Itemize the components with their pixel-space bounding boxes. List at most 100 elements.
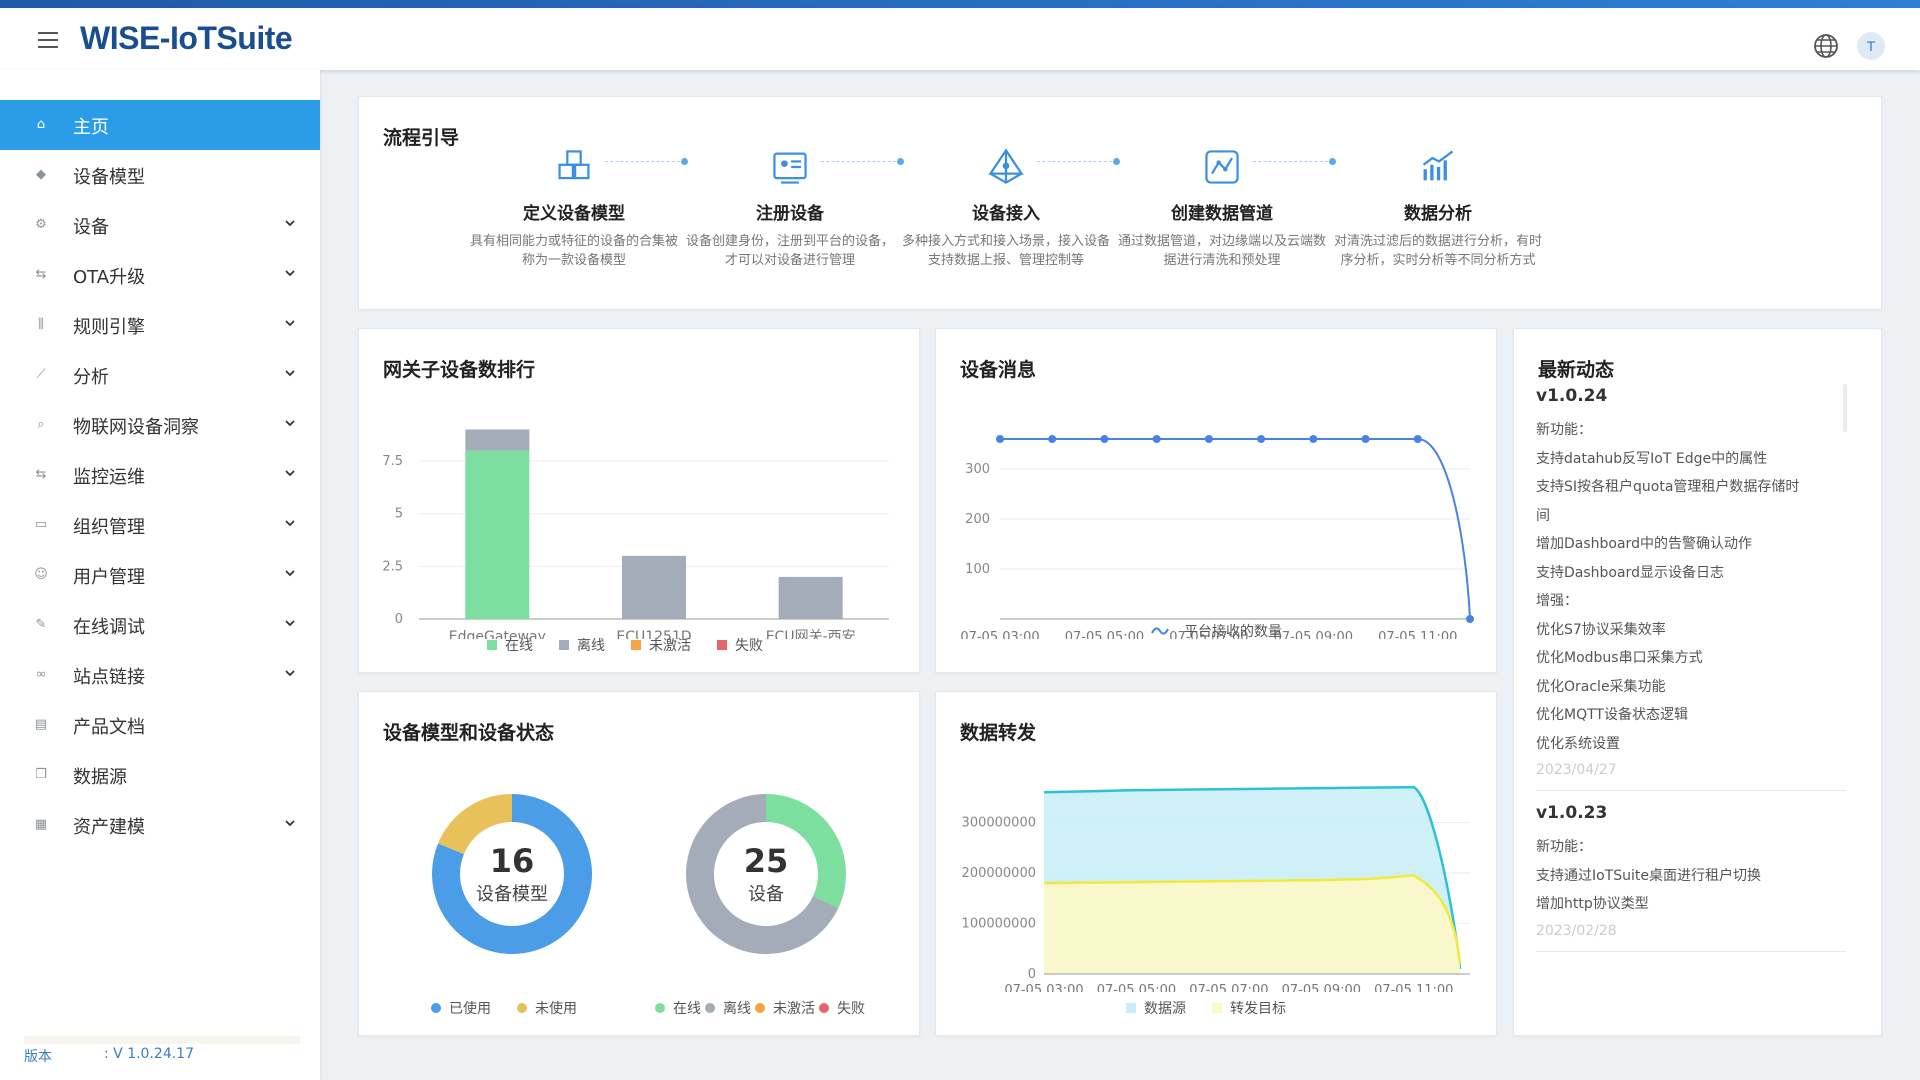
news-line: 支持SI按各租户quota管理租户数据存储时 [1536, 479, 1800, 495]
sidebar-item-label: 规则引擎 [73, 317, 145, 338]
legend-item[interactable]: 未激活 [755, 998, 815, 1018]
sidebar-item-rules[interactable]: ⫼ 规则引擎 [0, 300, 320, 350]
sidebar-item-label: 在线调试 [73, 617, 145, 638]
data-point[interactable] [996, 435, 1004, 443]
cubes-icon [558, 150, 590, 180]
legend-item[interactable]: 失败 [819, 998, 865, 1018]
flow-step[interactable]: 注册设备 设备创建身份，注册到平台的设备，才可以对设备进行管理 [683, 147, 897, 270]
data-point[interactable] [1413, 435, 1422, 443]
bar-segment[interactable] [778, 576, 843, 619]
sidebar-item-link[interactable]: ∞ 站点链接 [0, 650, 320, 700]
sidebar-item-debug[interactable]: ✎ 在线调试 [0, 600, 320, 650]
chevron-down-icon[interactable] [284, 267, 296, 279]
menu-toggle-icon[interactable] [38, 32, 60, 48]
sidebar-item-device[interactable]: ⚙ 设备 [0, 200, 320, 250]
data-point[interactable] [1466, 615, 1474, 623]
top-header: WISE-IoTSuite T [0, 8, 1920, 70]
chevron-down-icon[interactable] [284, 817, 296, 829]
legend-label: 转发目标 [1230, 1001, 1286, 1017]
flow-step[interactable]: 数据分析 对清洗过滤后的数据进行分析，有时序分析，实时分析等不同分析方式 [1331, 147, 1545, 270]
data-forward-area-chart: 0 100000000 200000000 300000000 07-05 03:00 0… [962, 785, 1470, 992]
chevron-down-icon[interactable] [284, 217, 296, 229]
legend-item[interactable]: 已使用 [431, 998, 491, 1018]
x-tick-label: 07-05 03:00 [960, 630, 1039, 639]
flow-step[interactable]: 定义设备模型 具有相同能力或特征的设备的合集被称为一款设备模型 [467, 147, 681, 270]
cube-icon: ◆ [36, 167, 46, 182]
news-entry: v1.0.23 新功能： 支持通过IoTSuite桌面进行租户切换 增加http协议类… [1536, 803, 1846, 952]
search-icon: ⌕ [37, 417, 45, 432]
bar-segment[interactable] [622, 555, 686, 619]
legend-item[interactable]: 未激活 [631, 635, 691, 655]
sidebar-item-cube[interactable]: ◆ 设备模型 [0, 150, 320, 200]
flow-guide-card: 流程引导 定义设备模型 具有相同能力或特征的设备的合集被称为一款设备模型 注册设备设… [358, 96, 1882, 310]
chevron-down-icon[interactable] [284, 517, 296, 529]
debug-icon: ✎ [35, 617, 47, 632]
legend-item[interactable]: 在线 [655, 998, 701, 1018]
data-point[interactable] [1309, 435, 1318, 443]
news-line: 支持通过IoTSuite桌面进行租户切换 [1536, 867, 1761, 884]
chevron-down-icon[interactable] [284, 667, 296, 679]
sidebar-item-grid[interactable]: ▦ 资产建模 [0, 800, 320, 850]
x-tick-label: 07-05 11:00 [1374, 983, 1453, 992]
sidebar-item-org[interactable]: ▭ 组织管理 [0, 500, 320, 550]
version-divider [24, 1036, 300, 1044]
sidebar-item-home[interactable]: ⌂ 主页 [0, 100, 320, 150]
sidebar-item-doc[interactable]: ▤ 产品文档 [0, 700, 320, 750]
y-tick-label: 0 [1028, 967, 1036, 982]
news-scrollbar[interactable] [1843, 384, 1847, 432]
device-messages-card: 设备消息 100 200 300 07-05 03:00 07-05 05:00 07-0… [935, 328, 1497, 673]
flow-step[interactable]: 创建数据管道 通过数据管道，对边缘端以及云端数据进行清洗和预处理 [1115, 147, 1329, 270]
sidebar-item-ota[interactable]: ⇆ OTA升级 [0, 250, 320, 300]
chevron-down-icon[interactable] [284, 367, 296, 379]
forward-legend: 数据源 转发目标 [1126, 998, 1312, 1018]
device-messages-title: 设备消息 [960, 359, 1037, 381]
x-tick-label: 07-05 09:00 [1274, 630, 1353, 639]
sidebar-item-user[interactable]: ☺ 用户管理 [0, 550, 320, 600]
legend-item[interactable]: 离线 [705, 998, 751, 1018]
news-list[interactable]: v1.0.24 新功能： 支持datahub反写IoT Edge中的属性 支持SI按各… [1536, 376, 1846, 976]
legend-item[interactable]: 失败 [717, 635, 763, 655]
globe-icon[interactable] [1812, 32, 1840, 60]
gateway-ranking-title: 网关子设备数排行 [383, 359, 536, 381]
legend-item[interactable]: 在线 [487, 635, 533, 655]
flow-step-title: 注册设备 [756, 204, 824, 224]
legend-item[interactable]: 数据源 [1126, 998, 1186, 1018]
sidebar-item-datasource[interactable]: ❐ 数据源 [0, 750, 320, 800]
data-point[interactable] [1204, 435, 1213, 443]
sidebar-menu: ⌂ 主页 ◆ 设备模型 ⚙ 设备 ⇆ OTA升级 ⫼ 规则引擎 ⟋ 分析 ⌕ 物联网设备洞察 ⇆ 监控运维 ▭ 组… [0, 100, 320, 850]
flow-step-desc: 对清洗过滤后的数据进行分析，有时序分析，实时分析等不同分析方式 [1333, 234, 1542, 268]
sidebar-item-chart[interactable]: ⟋ 分析 [0, 350, 320, 400]
user-avatar[interactable]: T [1857, 32, 1885, 60]
bar-segment[interactable] [465, 429, 530, 451]
legend-item[interactable]: 离线 [559, 635, 605, 655]
chevron-down-icon[interactable] [284, 417, 296, 429]
data-point[interactable] [1361, 435, 1370, 443]
news-version: v1.0.23 [1536, 803, 1608, 823]
news-version: v1.0.24 [1536, 386, 1608, 406]
chevron-down-icon[interactable] [284, 567, 296, 579]
news-line: 新功能： [1536, 839, 1592, 855]
sidebar-item-monitor[interactable]: ⇆ 监控运维 [0, 450, 320, 500]
y-tick-label: 100 [965, 562, 990, 577]
y-tick-label: 100000000 [962, 917, 1036, 932]
data-point[interactable] [1257, 435, 1266, 443]
flow-step[interactable]: 设备接入 多种接入方式和接入场景，接入设备支持数据上报、管理控制等 [899, 147, 1113, 270]
news-line: 优化系统设置 [1536, 735, 1620, 752]
legend-item[interactable]: 未使用 [517, 998, 577, 1018]
device-legend: 在线 离线 未激活 失败 [655, 998, 869, 1018]
chevron-down-icon[interactable] [284, 317, 296, 329]
legend-label: 离线 [577, 638, 605, 654]
bar-segment[interactable] [465, 450, 530, 619]
sidebar-item-search[interactable]: ⌕ 物联网设备洞察 [0, 400, 320, 450]
news-date: 2023/04/27 [1536, 762, 1846, 791]
chevron-down-icon[interactable] [284, 617, 296, 629]
data-point[interactable] [1048, 435, 1057, 443]
donut-center-value: 25 [744, 842, 789, 880]
chevron-down-icon[interactable] [284, 467, 296, 479]
legend-item[interactable]: 转发目标 [1212, 998, 1286, 1018]
data-point[interactable] [1100, 435, 1109, 443]
legend-swatch [717, 640, 727, 650]
news-entry: v1.0.24 新功能： 支持datahub反写IoT Edge中的属性 支持SI按各… [1536, 386, 1846, 791]
data-point[interactable] [1152, 435, 1161, 443]
top-accent-stripe [0, 0, 1920, 8]
